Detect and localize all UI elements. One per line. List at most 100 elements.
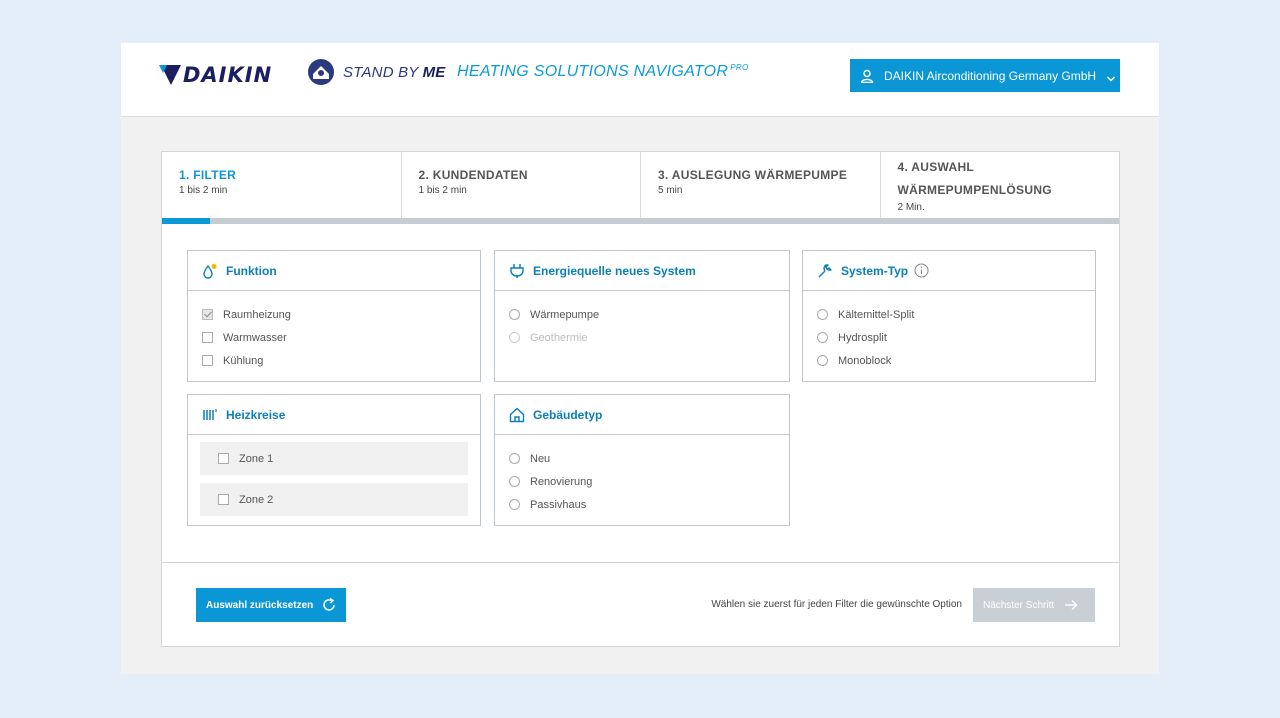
panel-header: Energiequelle neues System: [495, 251, 789, 291]
wizard-steps: 1. FILTER 1 bis 2 min 2. KUNDENDATEN 1 b…: [162, 152, 1119, 218]
app-title: HEATING SOLUTIONS NAVIGATOR PRO: [457, 63, 749, 81]
panel-gebaeudetyp: Gebäudetyp Neu Renovierung Passivhaus: [494, 394, 790, 526]
daikin-logo[interactable]: DAIKIN: [159, 63, 272, 87]
filter-hint-text: Wählen sie zuerst für jeden Filter die g…: [711, 599, 962, 610]
progress-bar: [162, 218, 1119, 224]
footer-divider: [162, 562, 1119, 563]
panel-header: System-Typ: [803, 251, 1095, 291]
options-list: Wärmepumpe Geothermie: [495, 291, 789, 349]
stand-by-text: STAND BY: [343, 63, 423, 81]
option-passivhaus[interactable]: Passivhaus: [509, 493, 789, 516]
options-list: Raumheizung Warmwasser Kühlung: [188, 291, 480, 372]
radio-button[interactable]: [509, 453, 520, 464]
option-label: Neu: [530, 452, 551, 465]
zone-label: Zone 2: [239, 493, 274, 506]
checkbox[interactable]: [202, 332, 213, 343]
option-label: Kältemittel-Split: [838, 308, 915, 321]
arrow-right-icon: [1064, 598, 1078, 612]
panel-header: Heizkreise: [188, 395, 480, 435]
step-title: 3. AUSLEGUNG WÄRMEPUMPE: [658, 168, 848, 182]
reset-selection-button[interactable]: Auswahl zurücksetzen: [196, 588, 346, 622]
account-dropdown-button[interactable]: DAIKIN Airconditioning Germany GmbH: [850, 59, 1120, 92]
refresh-icon: [321, 597, 337, 613]
option-renovierung[interactable]: Renovierung: [509, 470, 789, 493]
account-name: DAIKIN Airconditioning Germany GmbH: [884, 68, 1097, 83]
step-auswahl[interactable]: 4. AUSWAHL WÄRMEPUMPENLÖSUNG 2 Min.: [881, 152, 1120, 218]
option-label: Monoblock: [838, 354, 892, 367]
step-title: 1. FILTER: [179, 168, 237, 182]
zone-2[interactable]: Zone 2: [200, 483, 468, 516]
next-button-label: Nächster Schritt: [983, 599, 1055, 611]
radio-button[interactable]: [509, 309, 520, 320]
stand-by-me-logo: STAND BY ME: [307, 57, 446, 87]
plug-icon: [509, 263, 525, 279]
stand-by-me-text: STAND BY ME: [343, 64, 446, 81]
option-label: Renovierung: [530, 475, 593, 488]
step-time: 1 bis 2 min: [418, 185, 467, 196]
checkbox[interactable]: [218, 453, 229, 464]
info-icon[interactable]: [914, 263, 929, 278]
option-label: Kühlung: [223, 354, 264, 367]
step-kundendaten[interactable]: 2. KUNDENDATEN 1 bis 2 min: [402, 152, 641, 218]
zones-list: Zone 1 Zone 2: [188, 435, 480, 516]
step-title: 2. KUNDENDATEN: [418, 168, 528, 182]
step-title-line1: 4. AUSWAHL: [897, 160, 975, 174]
panel-header: Funktion: [188, 251, 480, 291]
house-icon: [509, 407, 525, 423]
option-warmwasser[interactable]: Warmwasser: [202, 326, 480, 349]
option-label: Raumheizung: [223, 308, 291, 321]
radio-button[interactable]: [509, 499, 520, 510]
panel-title: System-Typ: [841, 263, 909, 278]
option-label: Wärmepumpe: [530, 308, 600, 321]
panel-title: Heizkreise: [226, 407, 286, 422]
option-label: Warmwasser: [223, 331, 287, 344]
step-title-line2: WÄRMEPUMPENLÖSUNG: [897, 183, 1052, 197]
checkbox[interactable]: [218, 494, 229, 505]
panel-title: Funktion: [226, 263, 277, 278]
panel-funktion: Funktion Raumheizung Warmwasser Kühlung: [187, 250, 481, 382]
me-text: ME: [422, 63, 446, 81]
zone-1[interactable]: Zone 1: [200, 442, 468, 475]
panel-title: Energiequelle neues System: [533, 263, 696, 278]
panel-system-typ: System-Typ Kältemittel-Split Hydrosplit …: [802, 250, 1096, 382]
option-kaeltemittel-split[interactable]: Kältemittel-Split: [817, 303, 1095, 326]
checkbox[interactable]: [202, 355, 213, 366]
radio-button[interactable]: [817, 355, 828, 366]
panel-energiequelle: Energiequelle neues System Wärmepumpe Ge…: [494, 250, 790, 382]
radio-button[interactable]: [817, 309, 828, 320]
step-time: 2 Min.: [897, 202, 925, 213]
option-hydrosplit[interactable]: Hydrosplit: [817, 326, 1095, 349]
options-list: Neu Renovierung Passivhaus: [495, 435, 789, 516]
option-raumheizung[interactable]: Raumheizung: [202, 303, 480, 326]
option-label: Passivhaus: [530, 498, 587, 511]
top-header: DAIKIN STAND BY ME HEATING SOLUTIONS NAV…: [121, 43, 1159, 117]
panel-title: Gebäudetyp: [533, 407, 603, 422]
option-label: Geothermie: [530, 331, 588, 344]
stand-by-me-house-icon: [307, 58, 335, 86]
wizard-card: 1. FILTER 1 bis 2 min 2. KUNDENDATEN 1 b…: [161, 151, 1120, 647]
step-filter[interactable]: 1. FILTER 1 bis 2 min: [162, 152, 402, 218]
checkbox[interactable]: [202, 309, 213, 320]
zone-label: Zone 1: [239, 452, 274, 465]
option-geothermie: Geothermie: [509, 326, 789, 349]
step-auslegung[interactable]: 3. AUSLEGUNG WÄRMEPUMPE 5 min: [641, 152, 881, 218]
daikin-logo-mark-icon: [159, 65, 181, 85]
reset-button-label: Auswahl zurücksetzen: [206, 599, 314, 611]
option-kuehlung[interactable]: Kühlung: [202, 349, 480, 372]
panel-heizkreise: Heizkreise Zone 1 Zone 2: [187, 394, 481, 526]
app-title-pro: PRO: [730, 63, 749, 72]
option-label: Hydrosplit: [838, 331, 887, 344]
chevron-down-icon: [1106, 71, 1116, 82]
droplet-sun-icon: [202, 263, 218, 279]
step-time: 1 bis 2 min: [179, 185, 228, 196]
user-icon: [860, 69, 874, 83]
radio-button[interactable]: [817, 332, 828, 343]
next-step-button[interactable]: Nächster Schritt: [973, 588, 1095, 622]
radio-button[interactable]: [509, 476, 520, 487]
option-waermepumpe[interactable]: Wärmepumpe: [509, 303, 789, 326]
step-time: 5 min: [658, 185, 683, 196]
step-title: 4. AUSWAHL WÄRMEPUMPENLÖSUNG: [898, 156, 1120, 202]
option-neu[interactable]: Neu: [509, 447, 789, 470]
daikin-logo-text: DAIKIN: [183, 63, 273, 87]
option-monoblock[interactable]: Monoblock: [817, 349, 1095, 372]
